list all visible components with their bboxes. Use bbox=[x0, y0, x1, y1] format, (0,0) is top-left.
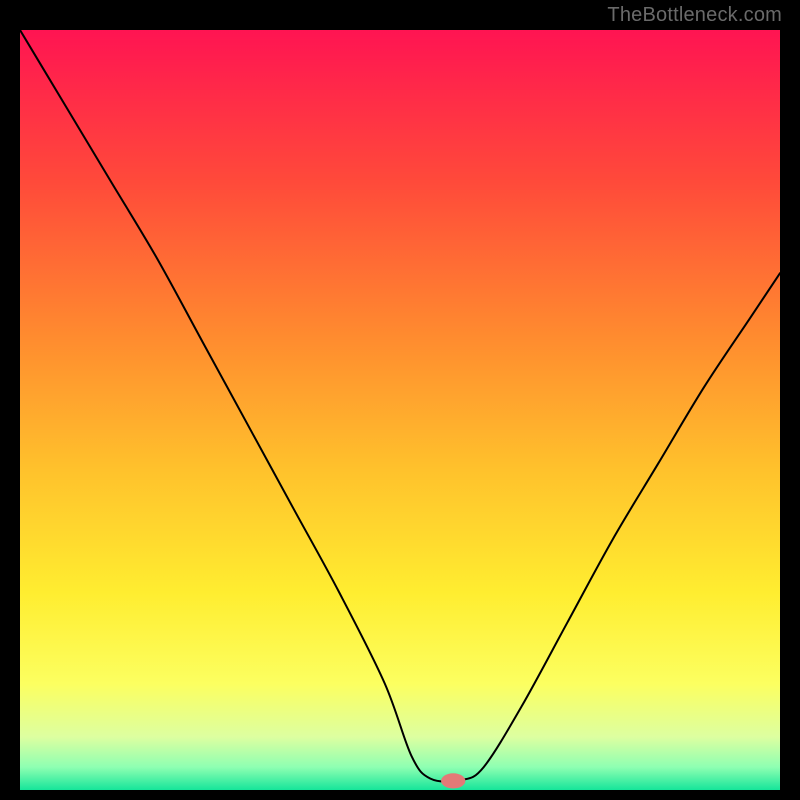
chart-frame: TheBottleneck.com bbox=[0, 0, 800, 800]
plot-background bbox=[20, 30, 780, 790]
watermark-text: TheBottleneck.com bbox=[607, 4, 782, 27]
optimum-marker bbox=[441, 773, 465, 788]
bottleneck-plot bbox=[20, 30, 780, 790]
